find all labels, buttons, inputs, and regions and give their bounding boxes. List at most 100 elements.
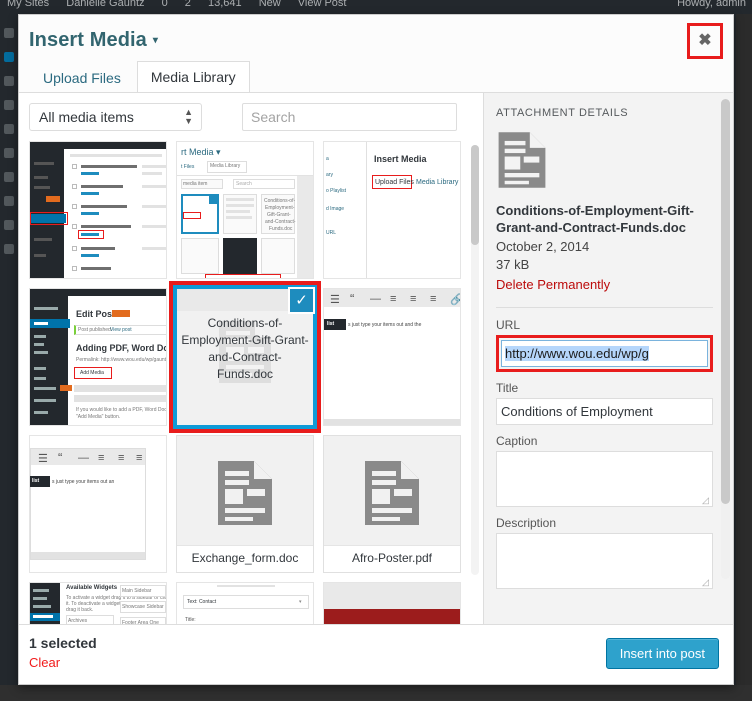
caption-label: Caption [496, 434, 538, 448]
sidebar-icon-appearance[interactable] [4, 148, 14, 158]
media-item-afro-poster[interactable]: Afro-Poster.pdf [323, 435, 461, 573]
check-icon[interactable]: ✓ [288, 287, 315, 314]
details-scrollbar[interactable] [721, 99, 730, 579]
sidebar-icon-users[interactable] [4, 196, 14, 206]
media-item-label: Conditions-of-Employment-Gift-Grant-and-… [181, 316, 309, 381]
resize-grip-icon[interactable]: ◿ [702, 578, 711, 587]
url-value: http://www.wou.edu/wp/g [505, 346, 649, 361]
adminbar-item-view-post[interactable]: View Post [291, 0, 354, 10]
sidebar-icon-dashboard[interactable] [4, 28, 14, 38]
media-filter-value: All media items [39, 109, 134, 125]
tab-media-library[interactable]: Media Library [136, 61, 250, 94]
close-icon[interactable]: ✖ [690, 26, 720, 56]
media-item-screenshot-text-contact[interactable]: Text: Contact ▾ Title: Contact [176, 582, 314, 624]
media-item-conditions-of-employment-wrap: Conditions-of-Employment-Gift-Grant-and-… [169, 281, 321, 433]
sidebar-icon-tools[interactable] [4, 220, 14, 230]
attachment-details-pane: ATTACHMENT DETAILS Conditions-of-Employm… [484, 93, 733, 624]
description-field-group: Description ◿ [496, 516, 713, 589]
attachment-filename: Conditions-of-Employment-Gift-Grant-and-… [496, 203, 694, 235]
attachment-filesize: 37 kB [496, 257, 530, 272]
adminbar-item-my-sites[interactable]: My Sites [0, 0, 56, 10]
caption-textarea[interactable]: ◿ [496, 451, 713, 507]
modal-header: Insert Media ▾ ✖ Upload Files Media Libra… [19, 15, 733, 94]
sidebar-icon-comments[interactable] [4, 124, 14, 134]
adminbar-item-new[interactable]: New [252, 0, 288, 10]
document-icon [215, 458, 275, 533]
resize-grip-icon[interactable]: ◿ [702, 496, 711, 505]
selection-count: 1 selected [29, 635, 97, 651]
description-label: Description [496, 516, 557, 530]
thumbnail-preview: a ary o Playlist d Image URL Insert Medi… [324, 142, 460, 278]
page-right-gutter [736, 14, 752, 701]
media-item-screenshot-widgets[interactable]: Available Widgets To activate a widget d… [29, 582, 167, 624]
title-label: Title [496, 381, 519, 395]
library-toolbar: All media items ▲ ▼ Search [19, 93, 483, 141]
sidebar-icon-settings[interactable] [4, 244, 14, 254]
media-item-screenshot-edit-post[interactable]: Edit Post Post published. View post Addi… [29, 288, 167, 426]
page-title: Insert Media ▾ [29, 29, 158, 52]
title-input[interactable]: Conditions of Employment [496, 398, 713, 425]
attachment-details-heading: ATTACHMENT DETAILS [496, 107, 629, 119]
media-grid-scroll-region[interactable]: rt Media ▾ t Files Media Library media i… [19, 141, 483, 624]
adminbar-item-updates[interactable]: 0 [155, 0, 175, 10]
media-grid-scrollbar-thumb[interactable] [471, 145, 479, 245]
select-arrows-icon: ▲ ▼ [184, 107, 193, 126]
media-item-screenshot-insert-media-modal[interactable]: rt Media ▾ t Files Media Library media i… [176, 141, 314, 279]
media-item-screenshot-maroon-banner[interactable] [323, 582, 461, 624]
modal-title-label: Insert Media [29, 29, 147, 51]
thumbnail-preview: Edit Post Post published. View post Addi… [30, 289, 166, 425]
media-item-label: Exchange_form.doc [177, 545, 313, 572]
modal-tabs: Upload Files Media Library [29, 60, 252, 94]
search-input[interactable]: Search [242, 103, 457, 131]
wp-admin-sidebar[interactable] [0, 14, 18, 701]
media-grid: rt Media ▾ t Files Media Library media i… [19, 141, 483, 624]
close-button-annotation: ✖ [687, 23, 723, 59]
sidebar-icon-media[interactable] [4, 76, 14, 86]
page-bottom-gutter [0, 685, 752, 701]
sidebar-icon-plugins[interactable] [4, 172, 14, 182]
url-annotation-box: http://www.wou.edu/wp/g [496, 335, 713, 372]
sidebar-icon-pages[interactable] [4, 100, 14, 110]
wp-admin-bar[interactable]: My Sites Danielle Gauntz 0 2 13,641 New … [0, 0, 752, 14]
media-item-screenshot-editor-toolbar[interactable]: ☰ “ — ≡ ≡ ≡ 🔗 list s just type your item… [323, 288, 461, 426]
media-item-screenshot-editor-toolbar-wide[interactable]: ☰ “ — ≡ ≡ ≡ list s just type your items … [29, 435, 167, 573]
thumbnail-preview [324, 583, 460, 624]
document-icon [496, 129, 713, 196]
sidebar-icon-posts[interactable] [4, 52, 14, 62]
thumbnail-preview: rt Media ▾ t Files Media Library media i… [177, 142, 313, 278]
document-icon [362, 458, 422, 533]
media-grid-scrollbar[interactable] [471, 145, 479, 575]
adminbar-item-stats[interactable]: 13,641 [201, 0, 249, 10]
delete-permanently-link[interactable]: Delete Permanently [496, 275, 713, 295]
adminbar-item-comments[interactable]: 2 [178, 0, 198, 10]
url-input[interactable]: http://www.wou.edu/wp/g [501, 340, 708, 367]
media-library-pane: All media items ▲ ▼ Search rt Media ▾ t … [19, 93, 484, 624]
thumbnail-preview: Available Widgets To activate a widget d… [30, 583, 166, 624]
modal-body: All media items ▲ ▼ Search rt Media ▾ t … [19, 93, 733, 624]
chevron-down-icon[interactable]: ▾ [153, 35, 158, 46]
thumbnail-preview: ☰ “ — ≡ ≡ ≡ list s just type your items … [30, 436, 166, 572]
media-item-label: Afro-Poster.pdf [324, 545, 460, 572]
thumbnail-preview [30, 142, 166, 278]
clear-selection-link[interactable]: Clear [29, 655, 60, 670]
media-item-exchange-form[interactable]: Exchange_form.doc [176, 435, 314, 573]
caption-field-group: Caption ◿ [496, 434, 713, 507]
attachment-date: October 2, 2014 [496, 239, 590, 254]
details-scrollbar-thumb[interactable] [721, 99, 730, 504]
adminbar-item-site-name[interactable]: Danielle Gauntz [59, 0, 151, 10]
media-item-screenshot-plugins-list[interactable] [29, 141, 167, 279]
thumbnail-preview: Text: Contact ▾ Title: Contact [177, 583, 313, 624]
title-field-group: Title Conditions of Employment [496, 381, 713, 425]
insert-media-modal: Insert Media ▾ ✖ Upload Files Media Libra… [18, 14, 734, 685]
adminbar-howdy[interactable]: Howdy, admin [677, 0, 746, 14]
search-placeholder: Search [251, 109, 296, 125]
description-textarea[interactable]: ◿ [496, 533, 713, 589]
url-label: URL [496, 318, 521, 332]
modal-footer: 1 selected Clear Insert into post [19, 624, 733, 684]
insert-into-post-button[interactable]: Insert into post [605, 638, 719, 669]
media-item-screenshot-upload-files-tab[interactable]: a ary o Playlist d Image URL Insert Medi… [323, 141, 461, 279]
media-filter-select[interactable]: All media items ▲ ▼ [29, 103, 202, 131]
adminbar-howdy-label: Howdy, admin [677, 0, 746, 9]
tab-upload-files[interactable]: Upload Files [29, 62, 135, 94]
url-field-group: URL http://www.wou.edu/wp/g [496, 318, 713, 372]
